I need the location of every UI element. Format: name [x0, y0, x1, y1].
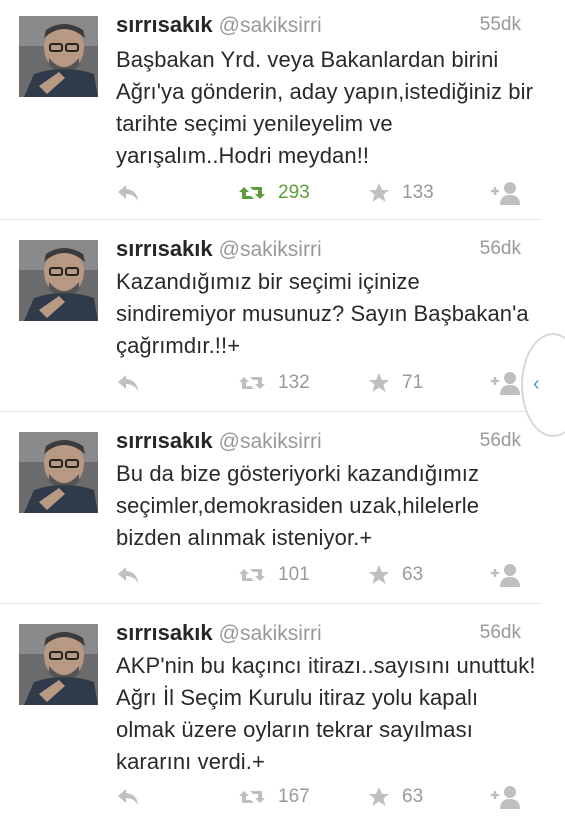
user-handle[interactable]: @sakiksirri	[219, 14, 322, 37]
favorite-count: 63	[402, 564, 424, 585]
reply-icon	[118, 185, 138, 201]
tweet-header: sırrısakık @sakiksirri 56dk	[116, 236, 521, 266]
retweet-count: 101	[278, 564, 310, 585]
tweet-text: Başbakan Yrd. veya Bakanlardan birini Ağ…	[116, 47, 534, 168]
reply-button[interactable]	[116, 784, 140, 810]
tweet-text: Bu da bize gösteriyorki kazandığımız seç…	[116, 461, 480, 550]
tweet-header: sırrısakık @sakiksirri 56dk	[116, 428, 521, 458]
retweet-button[interactable]: 132	[238, 370, 310, 396]
tweet[interactable]: sırrısakık @sakiksirri 56dk AKP'nin bu ka…	[0, 604, 541, 822]
reply-button[interactable]	[116, 180, 140, 206]
follow-button[interactable]	[489, 784, 521, 810]
favorite-button[interactable]: 133	[368, 180, 434, 206]
tweet-actions: 101 63	[116, 562, 526, 588]
chevron-left-icon: ‹	[533, 373, 540, 395]
user-name[interactable]: sırrısakık	[116, 620, 213, 645]
avatar[interactable]	[19, 624, 98, 705]
tweet-actions: 167 63	[116, 784, 526, 810]
star-icon	[369, 787, 389, 806]
follow-icon	[491, 182, 520, 205]
retweet-icon	[239, 377, 265, 389]
avatar[interactable]	[19, 16, 98, 97]
tweet-header: sırrısakık @sakiksirri 55dk	[116, 12, 521, 42]
user-name[interactable]: sırrısakık	[116, 12, 213, 37]
favorite-button[interactable]: 63	[368, 784, 423, 810]
follow-button[interactable]	[489, 370, 521, 396]
retweet-button[interactable]: 167	[238, 784, 310, 810]
favorite-count: 133	[402, 182, 434, 203]
user-name[interactable]: sırrısakık	[116, 236, 213, 261]
timestamp: 56dk	[479, 622, 521, 643]
timestamp: 56dk	[479, 430, 521, 451]
retweet-count: 167	[278, 786, 310, 807]
timestamp: 56dk	[479, 238, 521, 259]
favorite-button[interactable]: 71	[368, 370, 423, 396]
favorite-count: 71	[402, 372, 424, 393]
follow-icon	[491, 564, 520, 587]
star-icon	[369, 373, 389, 392]
avatar[interactable]	[19, 240, 98, 321]
reply-icon	[118, 789, 138, 805]
retweet-icon	[239, 187, 265, 199]
tweet[interactable]: sırrısakık @sakiksirri 56dk Kazandığımız …	[0, 220, 541, 412]
retweet-count: 132	[278, 372, 310, 393]
timestamp: 55dk	[479, 14, 521, 35]
retweet-button[interactable]: 293	[238, 180, 310, 206]
reply-button[interactable]	[116, 562, 140, 588]
tweet-actions: 132 71	[116, 370, 526, 396]
favorite-count: 63	[402, 786, 424, 807]
tweet[interactable]: sırrısakık @sakiksirri 55dk Başbakan Yrd.…	[0, 0, 541, 220]
tweet-actions: 293 133	[116, 180, 526, 206]
avatar[interactable]	[19, 432, 98, 513]
follow-icon	[491, 786, 520, 809]
star-icon	[369, 183, 389, 202]
follow-button[interactable]	[489, 180, 521, 206]
tweet-text: AKP'nin bu kaçıncı itirazı..sayısını unu…	[116, 653, 536, 774]
follow-icon	[491, 372, 520, 395]
reply-icon	[118, 567, 138, 583]
favorite-button[interactable]: 63	[368, 562, 423, 588]
retweet-count: 293	[278, 182, 310, 203]
user-handle[interactable]: @sakiksirri	[219, 622, 322, 645]
star-icon	[369, 565, 389, 584]
user-name[interactable]: sırrısakık	[116, 428, 213, 453]
reply-icon	[118, 375, 138, 391]
retweet-icon	[239, 569, 265, 581]
tweet-header: sırrısakık @sakiksirri 56dk	[116, 620, 521, 650]
follow-button[interactable]	[489, 562, 521, 588]
user-handle[interactable]: @sakiksirri	[219, 238, 322, 261]
tweet-text: Kazandığımız bir seçimi içinize sindirem…	[116, 269, 529, 358]
retweet-icon	[239, 791, 265, 803]
retweet-button[interactable]: 101	[238, 562, 310, 588]
reply-button[interactable]	[116, 370, 140, 396]
user-handle[interactable]: @sakiksirri	[219, 430, 322, 453]
tweet[interactable]: sırrısakık @sakiksirri 56dk Bu da bize gö…	[0, 412, 541, 604]
